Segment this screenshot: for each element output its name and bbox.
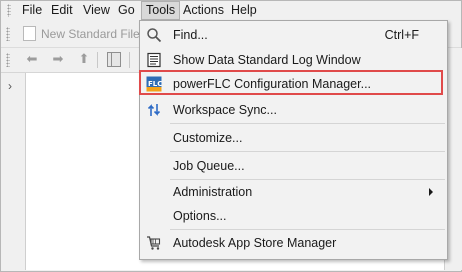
menu-go[interactable]: Go (114, 1, 139, 20)
menu-bar: File Edit View Go Tools Actions Help (1, 1, 461, 20)
back-arrow-icon[interactable]: ⬅ (25, 52, 39, 66)
menu-item-job-queue[interactable]: Job Queue... (140, 154, 447, 178)
highlight-box (139, 70, 443, 95)
menu-item-label: Show Data Standard Log Window (173, 53, 361, 67)
menu-edit[interactable]: Edit (47, 1, 77, 20)
toolbar-grip-icon[interactable] (6, 53, 10, 67)
expand-chevron-icon[interactable]: › (8, 79, 12, 93)
menu-item-workspace-sync[interactable]: Workspace Sync... (140, 98, 447, 122)
menu-item-label: Workspace Sync... (173, 103, 277, 117)
menu-item-shortcut: Ctrl+F (384, 28, 419, 42)
toolbar-grip-icon[interactable] (6, 27, 10, 41)
menu-help[interactable]: Help (227, 1, 261, 20)
toolbar-separator (97, 52, 98, 68)
menu-item-label: Autodesk App Store Manager (173, 236, 337, 250)
toolbar-separator (129, 52, 130, 68)
toggle-pane-icon[interactable] (107, 52, 121, 67)
menu-item-autodesk-app-store-manager[interactable]: Autodesk App Store Manager (140, 231, 447, 255)
app-store-cart-icon (147, 236, 161, 250)
magnifier-icon (147, 28, 162, 43)
menu-separator (170, 151, 445, 152)
menu-item-label: Administration (173, 185, 253, 199)
menubar-grip-icon[interactable] (7, 4, 11, 17)
navigation-pane: › (1, 73, 26, 270)
new-standard-file-button[interactable]: New Standard File (23, 26, 140, 42)
submenu-arrow-icon (429, 188, 433, 196)
new-standard-file-label: New Standard File (41, 27, 140, 41)
log-window-icon (147, 52, 161, 68)
menu-item-label: Find... (173, 28, 208, 42)
menu-tools[interactable]: Tools (141, 1, 181, 20)
forward-arrow-icon[interactable]: ➡ (51, 52, 65, 66)
up-arrow-icon[interactable]: ⬆ (77, 52, 91, 66)
new-file-icon (23, 26, 36, 41)
menu-item-label: Customize... (173, 131, 243, 145)
menu-item-show-log-window[interactable]: Show Data Standard Log Window (140, 48, 447, 72)
menu-item-options[interactable]: Options... (140, 204, 447, 228)
menu-actions[interactable]: Actions (179, 1, 228, 20)
menu-item-label: Options... (173, 209, 227, 223)
menu-item-customize[interactable]: Customize... (140, 126, 447, 150)
menu-item-find[interactable]: Find... Ctrl+F (140, 23, 447, 47)
workspace-sync-icon (147, 104, 161, 116)
menu-file[interactable]: File (18, 1, 46, 20)
menu-item-label: Job Queue... (173, 159, 245, 173)
tools-menu-dropdown: Find... Ctrl+F Show Data Standard Log Wi… (139, 20, 448, 260)
menu-separator (170, 123, 445, 124)
menu-item-administration[interactable]: Administration (140, 180, 447, 204)
menu-view[interactable]: View (79, 1, 114, 20)
menu-separator (170, 229, 445, 230)
